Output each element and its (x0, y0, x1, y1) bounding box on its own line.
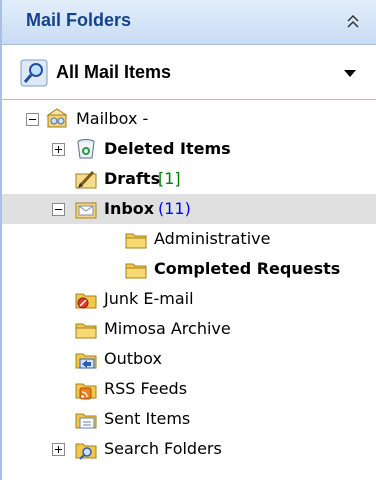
tree-item-label: RSS Feeds (104, 379, 188, 398)
rss-folder-icon (75, 383, 97, 400)
dropdown-arrow-icon[interactable] (344, 70, 356, 77)
search-folder-icon (75, 443, 97, 460)
tree-item-label: Mailbox - (76, 109, 149, 128)
folder-icon (125, 263, 147, 279)
folder-view-selector[interactable]: All Mail Items (2, 45, 376, 100)
sent-folder-icon (75, 413, 97, 429)
inbox-icon (75, 202, 97, 219)
drafts-icon (75, 170, 97, 189)
tree-item-deleted-items[interactable]: Deleted Items (2, 134, 376, 164)
tree-item-label: Deleted Items (104, 139, 231, 158)
tree-item-label: Drafts (104, 169, 161, 188)
tree-item-label: Inbox (104, 199, 155, 218)
folder-icon (125, 233, 147, 249)
collapse-chevrons-icon[interactable] (344, 13, 362, 31)
tree-item-label: Mimosa Archive (104, 319, 231, 338)
tree-item-administrative[interactable]: Administrative (2, 224, 376, 254)
tree-item-label: Completed Requests (154, 259, 341, 278)
tree-item-completed-requests[interactable]: Completed Requests (2, 254, 376, 284)
tree-item-mimosa-archive[interactable]: Mimosa Archive (2, 314, 376, 344)
unread-count-badge: (11) (158, 199, 191, 218)
collapse-toggle-icon[interactable] (52, 203, 65, 216)
search-magnifier-icon (20, 59, 48, 87)
tree-item-sent-items[interactable]: Sent Items (2, 404, 376, 434)
selector-label: All Mail Items (56, 62, 172, 82)
tree-item-label: Administrative (154, 229, 271, 248)
mail-folders-pane: Mail Folders All Mail Items Mailbox - De… (0, 0, 376, 480)
tree-item-rss-feeds[interactable]: RSS Feeds (2, 374, 376, 404)
pane-title: Mail Folders (26, 10, 132, 30)
tree-item-label: Sent Items (104, 409, 191, 428)
expand-toggle-icon[interactable] (52, 143, 65, 156)
tree-item-drafts[interactable]: Drafts [1] (2, 164, 376, 194)
pane-header: Mail Folders (2, 0, 376, 45)
folder-tree: Mailbox - Deleted Items Drafts [1] Inbox… (2, 100, 376, 480)
tree-item-mailbox[interactable]: Mailbox - (2, 104, 376, 134)
junk-folder-icon (75, 293, 97, 309)
recycle-bin-icon (77, 139, 95, 159)
mailbox-icon (46, 108, 68, 128)
tree-item-search-folders[interactable]: Search Folders (2, 434, 376, 464)
tree-item-label: Junk E-mail (104, 289, 194, 308)
tree-item-outbox[interactable]: Outbox (2, 344, 376, 374)
tree-item-junk-email[interactable]: Junk E-mail (2, 284, 376, 314)
tree-item-label: Outbox (104, 349, 162, 368)
outbox-icon (75, 353, 97, 369)
collapse-toggle-icon[interactable] (26, 113, 39, 126)
draft-count-badge: [1] (158, 169, 181, 188)
expand-toggle-icon[interactable] (52, 443, 65, 456)
folder-icon (75, 323, 97, 339)
tree-item-inbox[interactable]: Inbox (11) (2, 194, 376, 224)
tree-item-label: Search Folders (104, 439, 222, 458)
